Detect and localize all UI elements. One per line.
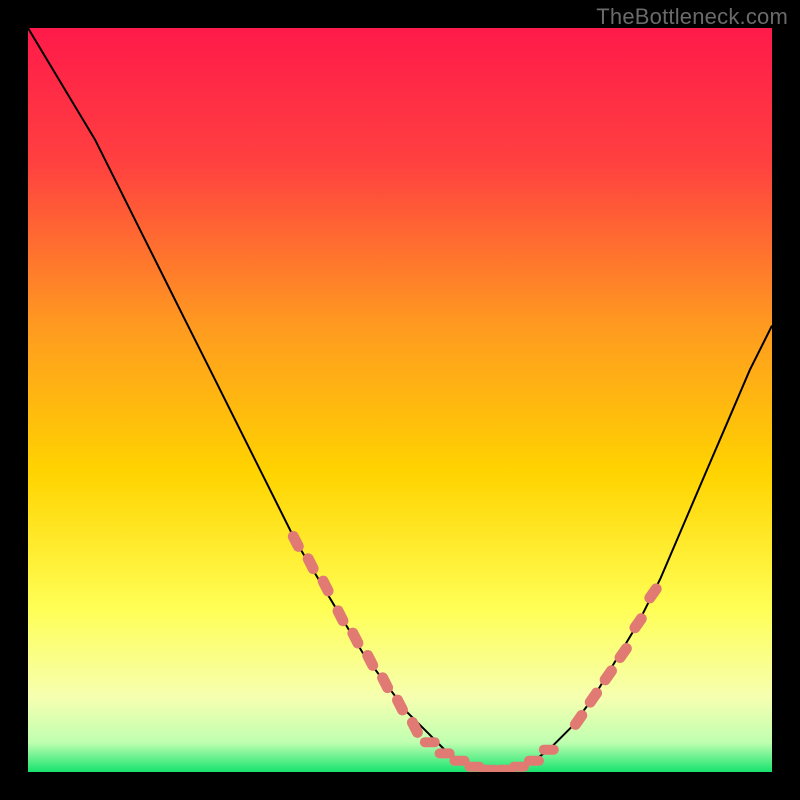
chart-frame: TheBottleneck.com [0, 0, 800, 800]
chart-svg [28, 28, 772, 772]
gradient-background [28, 28, 772, 772]
watermark-text: TheBottleneck.com [596, 4, 788, 30]
plot-area [28, 28, 772, 772]
